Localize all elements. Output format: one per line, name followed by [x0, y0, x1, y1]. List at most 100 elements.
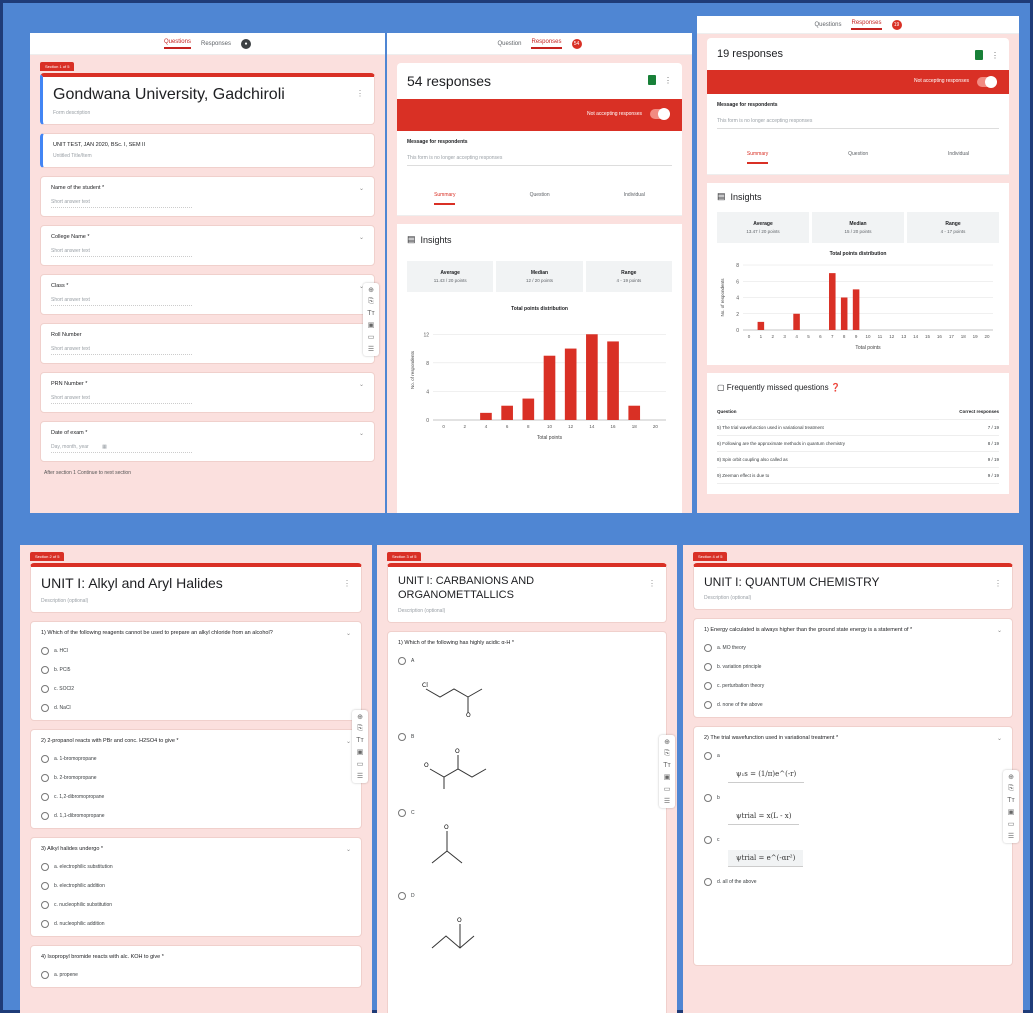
add-section-icon[interactable]: ☰ [664, 797, 670, 805]
question-card[interactable]: Roll Number Short answer text [40, 323, 375, 364]
add-section-icon[interactable]: ☰ [1008, 832, 1014, 840]
radio-button[interactable] [704, 701, 712, 709]
section-title-card[interactable]: UNIT I: CARBANIONS AND ORGANOMETTALLICS … [387, 563, 667, 623]
option[interactable]: b. variation principle [704, 663, 1002, 671]
chevron-down-icon[interactable]: ⌄ [359, 185, 364, 192]
add-video-icon[interactable]: ▭ [368, 333, 375, 341]
question-card[interactable]: Date of exam * Day, month, year ▦ ⌄ [40, 421, 375, 462]
add-video-icon[interactable]: ▭ [1008, 820, 1015, 828]
radio-button[interactable] [704, 682, 712, 690]
sheets-icon[interactable] [648, 75, 656, 85]
chevron-down-icon[interactable]: ⌄ [359, 381, 364, 388]
option[interactable]: c. perturbation theory [704, 682, 1002, 690]
add-title-icon[interactable]: Tт [367, 310, 374, 317]
option[interactable]: a. electrophilic substitution [41, 862, 351, 871]
question-card[interactable]: PRN Number * Short answer text ⌄ [40, 372, 375, 413]
add-image-icon[interactable]: ▣ [664, 773, 671, 781]
message-input[interactable]: This form is no longer accepting respons… [717, 118, 999, 129]
question-card[interactable]: 3) Alkyl halides undergo * a. electrophi… [30, 836, 362, 937]
question-card[interactable]: 1) Energy calculated is always higher th… [693, 618, 1013, 718]
chevron-down-icon[interactable]: ⌄ [997, 735, 1002, 742]
radio-button[interactable] [41, 970, 49, 979]
tab-questions[interactable]: Question [497, 41, 521, 47]
tab-responses[interactable]: Responses [851, 20, 882, 30]
import-icon[interactable]: ⎘ [1008, 785, 1014, 793]
question-card[interactable]: 1) Which of the following has highly aci… [387, 630, 667, 1013]
option[interactable]: b [704, 794, 1002, 802]
import-icon[interactable]: ⎘ [357, 725, 363, 733]
more-options-icon[interactable]: ⋮ [343, 579, 351, 588]
option[interactable]: C [398, 808, 656, 817]
more-options-icon[interactable]: ⋮ [991, 51, 999, 60]
tab-summary[interactable]: Summary [746, 151, 769, 164]
radio-button[interactable] [704, 644, 712, 652]
radio-button[interactable] [41, 811, 49, 820]
table-row[interactable]: 8) Spin orbit coupling also called as 9 /… [717, 452, 999, 468]
radio-button[interactable] [398, 732, 406, 741]
radio-button[interactable] [704, 836, 712, 844]
option[interactable]: b. electrophilic addition [41, 881, 351, 890]
message-input[interactable]: This form is no longer accepting respons… [407, 155, 672, 166]
option[interactable]: b. 2-bromopropane [41, 773, 351, 782]
after-section-select[interactable]: After section 1 Continue to next section [44, 470, 385, 476]
radio-button[interactable] [704, 878, 712, 886]
tab-question[interactable]: Question [530, 192, 550, 205]
option[interactable]: c [704, 836, 1002, 844]
table-row[interactable]: 6) Following are the approximate methods… [717, 436, 999, 452]
option[interactable]: c. SOCl2 [41, 684, 351, 693]
radio-button[interactable] [41, 862, 49, 871]
radio-button[interactable] [398, 808, 406, 817]
add-question-icon[interactable]: ⊕ [1008, 773, 1014, 781]
question-card[interactable]: 4) Isopropyl bromide reacts with alc. KO… [30, 944, 362, 988]
radio-button[interactable] [41, 684, 49, 693]
tab-summary[interactable]: Summary [434, 192, 456, 205]
add-question-icon[interactable]: ⊕ [357, 713, 363, 721]
radio-button[interactable] [41, 792, 49, 801]
add-question-icon[interactable]: ⊕ [368, 286, 374, 294]
tab-responses[interactable]: Responses [201, 41, 231, 47]
question-card[interactable]: College Name * Short answer text ⌄ [40, 225, 375, 266]
radio-button[interactable] [41, 900, 49, 909]
radio-button[interactable] [41, 881, 49, 890]
radio-button[interactable] [41, 773, 49, 782]
form-title-card[interactable]: Gondwana University, Gadchiroli Form des… [40, 73, 375, 125]
accepting-toggle[interactable] [977, 76, 997, 88]
option[interactable]: d. none of the above [704, 701, 1002, 709]
option[interactable]: B [398, 732, 656, 741]
add-title-icon[interactable]: Tт [356, 737, 363, 744]
import-icon[interactable]: ⎘ [664, 750, 670, 758]
option[interactable]: d. all of the above [704, 878, 1002, 886]
radio-button[interactable] [41, 754, 49, 763]
radio-button[interactable] [704, 663, 712, 671]
option[interactable]: a. HCl [41, 646, 351, 655]
date-input[interactable]: Day, month, year ▦ [51, 444, 192, 453]
radio-button[interactable] [41, 665, 49, 674]
option[interactable]: d. 1,1-dibromopropane [41, 811, 351, 820]
table-row[interactable]: 9) Zeeman effect is due to 9 / 19 [717, 468, 999, 484]
chevron-down-icon[interactable]: ⌄ [359, 234, 364, 241]
chevron-down-icon[interactable]: ⌄ [359, 430, 364, 437]
question-card[interactable]: Class * Short answer text ⌄ [40, 274, 375, 315]
option[interactable]: d. NaCl [41, 703, 351, 712]
option[interactable]: a [704, 752, 1002, 760]
chevron-down-icon[interactable]: ⌄ [346, 846, 351, 853]
chevron-down-icon[interactable]: ⌄ [346, 738, 351, 745]
section-title-card[interactable]: UNIT I: QUANTUM CHEMISTRY Description (o… [693, 563, 1013, 610]
option[interactable]: a. propene [41, 970, 351, 979]
radio-button[interactable] [41, 919, 49, 928]
accepting-toggle[interactable] [650, 108, 670, 120]
chevron-down-icon[interactable]: ⌄ [346, 630, 351, 637]
add-section-icon[interactable]: ☰ [368, 345, 374, 353]
tab-individual[interactable]: Individual [948, 151, 969, 164]
option[interactable]: b. PCl5 [41, 665, 351, 674]
option[interactable]: d. nucleophilic addition [41, 919, 351, 928]
option[interactable]: D [398, 891, 656, 900]
add-image-icon[interactable]: ▣ [368, 321, 375, 329]
option[interactable]: a. 1-bromopropane [41, 754, 351, 763]
add-title-icon[interactable]: Tт [1007, 797, 1014, 804]
option[interactable]: c. nucleophilic substitution [41, 900, 351, 909]
add-video-icon[interactable]: ▭ [357, 760, 364, 768]
section-title-card[interactable]: UNIT I: Alkyl and Aryl Halides Descripti… [30, 563, 362, 613]
more-options-icon[interactable]: ⋮ [664, 76, 672, 85]
add-title-icon[interactable]: Tт [663, 762, 670, 769]
